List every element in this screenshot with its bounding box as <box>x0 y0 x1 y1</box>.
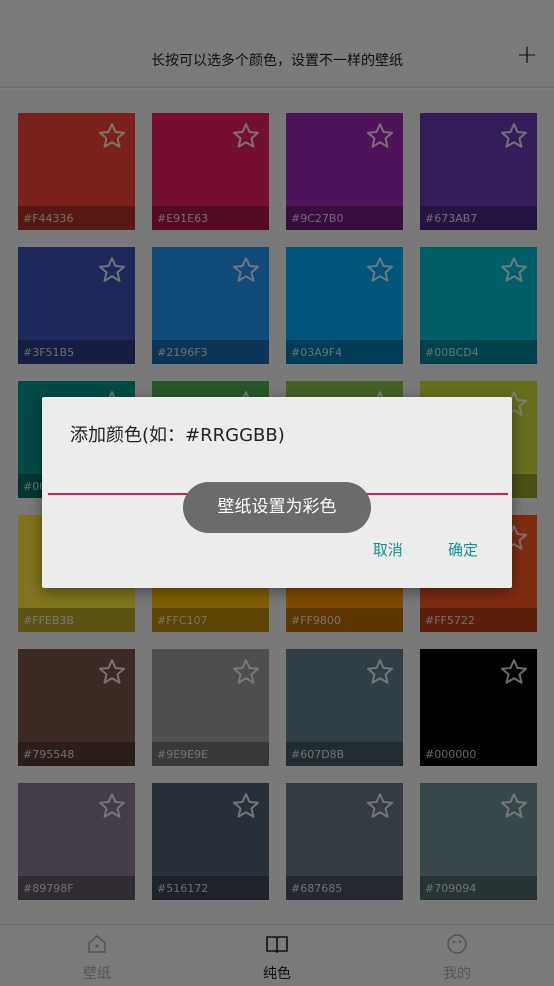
dialog-actions: 取消 确定 <box>333 539 478 560</box>
dialog-title: 添加颜色(如：#RRGGBB) <box>70 425 285 446</box>
confirm-button[interactable]: 确定 <box>448 539 478 560</box>
toast-message: 壁纸设置为彩色 <box>183 482 371 533</box>
cancel-button[interactable]: 取消 <box>373 539 403 560</box>
